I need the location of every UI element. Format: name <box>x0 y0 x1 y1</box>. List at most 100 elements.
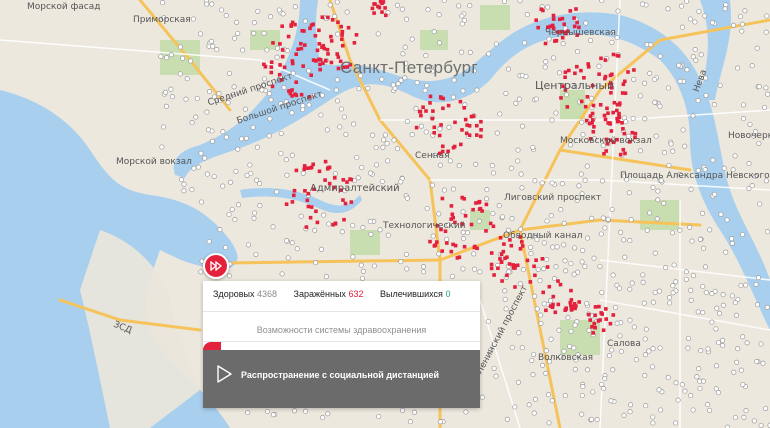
infected-dot <box>421 105 425 109</box>
accent-flag <box>203 342 221 350</box>
healthy-dot <box>459 21 465 27</box>
healthy-dot <box>341 114 347 120</box>
infected-dot <box>562 22 566 26</box>
healthy-dot <box>370 132 376 138</box>
healthy-dot <box>344 9 350 15</box>
healthy-dot <box>420 264 427 270</box>
infected-dot <box>633 131 638 136</box>
healthy-dot <box>177 44 183 50</box>
infected-dot <box>331 222 335 227</box>
infected-dot <box>336 20 340 24</box>
healthy-dot <box>278 130 284 136</box>
healthy-dot <box>409 132 415 138</box>
healthy-dot <box>655 197 661 203</box>
healthy-dot <box>709 20 715 26</box>
healthy-dot <box>289 240 295 246</box>
healthy-dot <box>746 185 752 191</box>
healthy-dot <box>261 30 267 36</box>
infected-dot <box>339 24 343 29</box>
infected-dot <box>605 106 609 111</box>
healthy-dot <box>228 179 234 185</box>
infected-dot <box>471 207 475 212</box>
healthy-dot <box>707 407 713 413</box>
infected-dot <box>579 99 584 104</box>
fast-forward-button[interactable] <box>203 253 229 279</box>
healthy-dot <box>763 29 769 35</box>
healthy-dot <box>232 35 238 41</box>
healthy-dot <box>631 76 637 82</box>
healthy-dot <box>239 136 245 142</box>
infected-dot <box>471 114 476 118</box>
healthy-dot <box>325 411 331 417</box>
healthy-dot <box>757 201 763 207</box>
infected-label: Заражённых <box>293 289 346 299</box>
map-label-admiralteysky: Адмиралтейский <box>310 183 400 194</box>
infected-dot <box>308 166 313 170</box>
healthy-dot <box>692 47 698 53</box>
healthy-dot <box>519 185 525 191</box>
healthy-dot <box>549 180 555 186</box>
healthy-dot <box>602 376 608 382</box>
scenario-play-button[interactable]: Распространение с социальной дистанцией <box>203 342 480 408</box>
infected-dot <box>579 68 583 73</box>
healthy-dot <box>732 153 738 159</box>
healthy-dot <box>292 4 298 10</box>
healthy-dot <box>588 416 595 422</box>
healthy-dot <box>670 290 676 296</box>
healthy-dot <box>578 171 584 177</box>
infected-dot <box>623 91 628 95</box>
healthy-dot <box>407 419 413 425</box>
healthy-dot <box>431 29 437 35</box>
healthy-dot <box>484 196 490 202</box>
infected-dot <box>462 197 466 201</box>
infected-dot <box>352 41 357 45</box>
healthy-dot <box>423 129 429 135</box>
infected-dot <box>615 53 620 58</box>
infected-dot <box>464 131 469 136</box>
infected-dot <box>480 209 484 213</box>
infected-dot <box>622 131 627 136</box>
infected-dot <box>601 328 606 332</box>
infected-dot <box>591 331 595 335</box>
healthy-dot <box>400 51 406 57</box>
healthy-dot <box>283 238 290 244</box>
infected-dot <box>286 34 291 39</box>
healthy-dot <box>556 327 562 333</box>
healthy-dot <box>418 123 424 129</box>
infected-dot <box>553 39 557 43</box>
healthy-dot <box>548 336 554 342</box>
healthy-dot <box>572 322 578 328</box>
healthy-dot <box>715 339 722 346</box>
infected-dot <box>289 24 293 28</box>
healthy-dot <box>588 95 595 101</box>
healthy-dot <box>177 71 183 77</box>
infected-dot <box>575 20 579 25</box>
healthy-dot <box>496 203 502 209</box>
healthy-dot <box>283 157 289 163</box>
healthy-dot <box>532 178 538 184</box>
recovered-count: 0 <box>445 289 451 299</box>
healthy-dot <box>738 367 744 373</box>
infected-dot <box>306 204 311 209</box>
healthy-dot <box>394 146 401 152</box>
healthy-dot <box>600 215 606 221</box>
healthy-dot <box>198 199 205 205</box>
infected-dot <box>315 48 320 53</box>
infected-dot <box>603 58 608 62</box>
healthy-dot <box>218 7 225 13</box>
healthy-dot <box>513 100 519 106</box>
infected-dot <box>325 47 330 52</box>
healthy-dot <box>284 172 290 178</box>
healthy-dot <box>474 87 480 93</box>
infected-dot <box>290 61 295 66</box>
healthy-dot <box>623 119 629 125</box>
infected-dot <box>609 129 614 133</box>
infected-dot <box>323 178 327 182</box>
healthy-dot <box>444 236 450 242</box>
healthy-dot <box>656 387 662 393</box>
healthy-dot <box>669 230 675 236</box>
healthy-dot <box>464 230 471 236</box>
healthy-dot <box>463 409 469 415</box>
healthy-dot <box>693 57 699 63</box>
infected-dot <box>606 121 610 125</box>
